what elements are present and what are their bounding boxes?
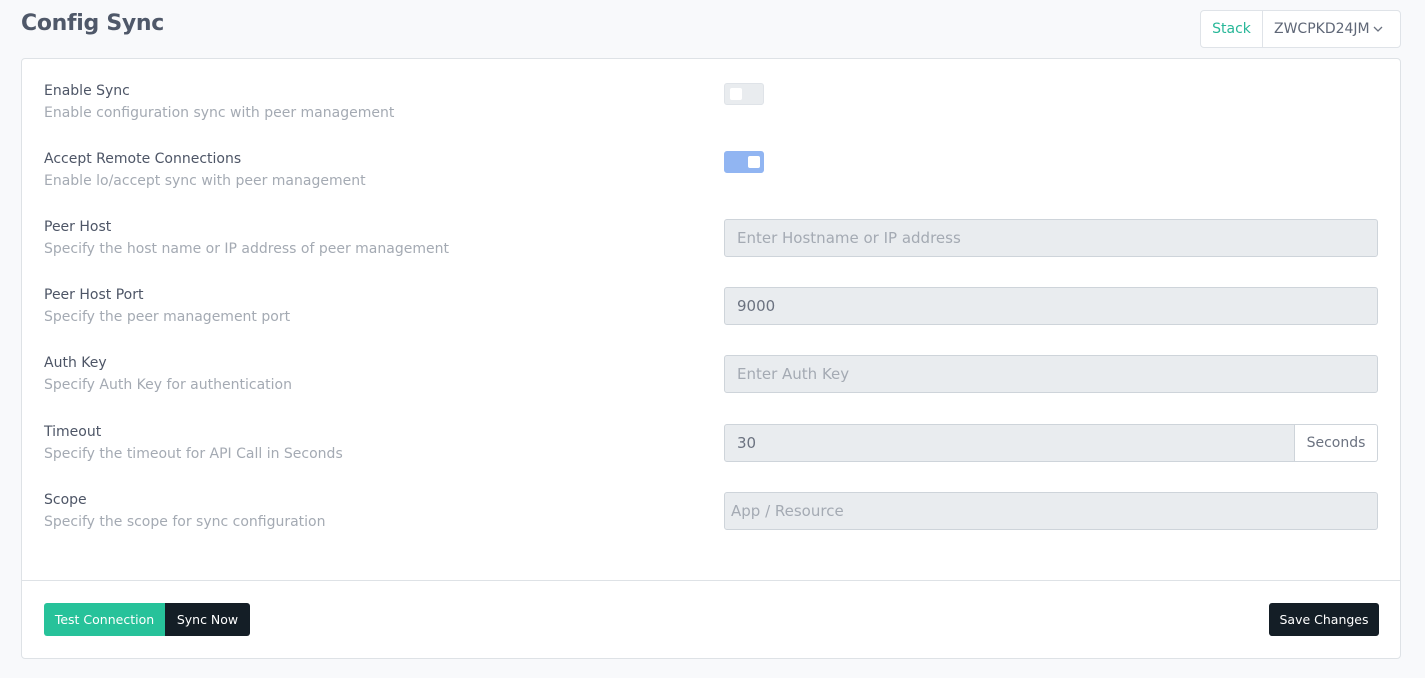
enable-sync-toggle[interactable] [724, 83, 764, 105]
toggle-knob [748, 156, 760, 168]
setting-description: Specify the host name or IP address of p… [44, 241, 449, 257]
footer-divider [22, 580, 1400, 581]
setting-timeout: Timeout Specify the timeout for API Call… [22, 424, 1400, 484]
setting-label: Timeout [44, 424, 102, 440]
setting-label: Accept Remote Connections [44, 151, 242, 167]
setting-enable-sync: Enable Sync Enable configuration sync wi… [22, 83, 1400, 143]
stack-label: Stack [1201, 11, 1263, 47]
page-title: Config Sync [21, 11, 165, 36]
timeout-input[interactable]: 30 [724, 424, 1295, 462]
setting-label: Peer Host [44, 219, 112, 235]
timeout-input-group: 30 Seconds [724, 424, 1378, 462]
setting-description: Specify the scope for sync configuration [44, 514, 326, 530]
setting-label: Enable Sync [44, 83, 130, 99]
setting-label: Scope [44, 492, 87, 508]
setting-description: Specify the peer management port [44, 309, 291, 325]
setting-label: Auth Key [44, 355, 107, 371]
peer-host-port-input[interactable]: 9000 [724, 287, 1378, 325]
setting-label: Peer Host Port [44, 287, 144, 303]
test-connection-button[interactable]: Test Connection [44, 603, 165, 636]
setting-description: Specify Auth Key for authentication [44, 377, 292, 393]
scope-input[interactable]: App / Resource [724, 492, 1378, 530]
setting-peer-host: Peer Host Specify the host name or IP ad… [22, 219, 1400, 279]
stack-selector[interactable]: Stack ZWCPKD24JM [1200, 10, 1401, 48]
setting-description: Enable lo/accept sync with peer manageme… [44, 173, 366, 189]
timeout-unit-addon: Seconds [1295, 424, 1378, 462]
stack-dropdown[interactable]: ZWCPKD24JM [1263, 11, 1400, 47]
setting-description: Enable configuration sync with peer mana… [44, 105, 395, 121]
toggle-knob [730, 88, 742, 100]
setting-accept-remote: Accept Remote Connections Enable lo/acce… [22, 151, 1400, 211]
accept-remote-toggle[interactable] [724, 151, 764, 173]
auth-key-input[interactable]: Enter Auth Key [724, 355, 1378, 393]
setting-peer-host-port: Peer Host Port Specify the peer manageme… [22, 287, 1400, 347]
sync-now-button[interactable]: Sync Now [165, 603, 250, 636]
stack-value: ZWCPKD24JM [1274, 21, 1370, 37]
save-changes-button[interactable]: Save Changes [1269, 603, 1379, 636]
chevron-down-icon [1373, 26, 1383, 32]
peer-host-input[interactable]: Enter Hostname or IP address [724, 219, 1378, 257]
config-sync-card: Enable Sync Enable configuration sync wi… [21, 58, 1401, 659]
setting-auth-key: Auth Key Specify Auth Key for authentica… [22, 355, 1400, 415]
setting-description: Specify the timeout for API Call in Seco… [44, 446, 343, 462]
setting-scope: Scope Specify the scope for sync configu… [22, 492, 1400, 552]
